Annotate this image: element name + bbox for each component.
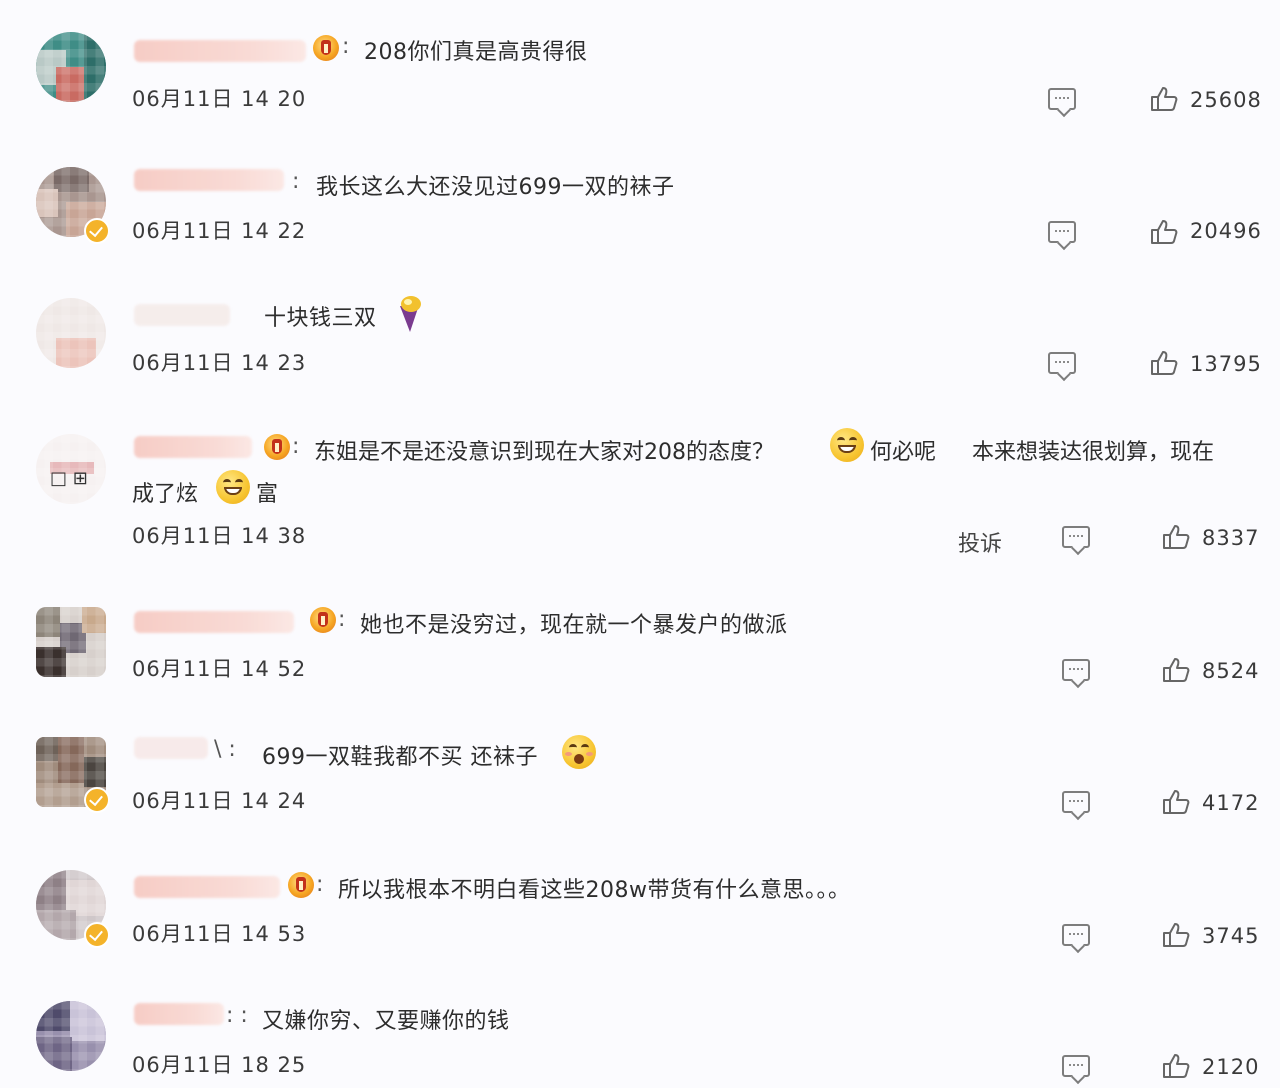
comment-text: 她也不是没穷过，现在就一个暴发户的做派	[360, 613, 788, 638]
fan-badge-icon	[310, 607, 336, 633]
comment-item: □ ⊞ : 东姐是不是还没意识到现在大家对208的态度？ 何必呢 本来想装达很划…	[0, 410, 1280, 585]
username[interactable]	[134, 1003, 224, 1025]
avatar[interactable]	[36, 298, 106, 368]
comment-text: 208你们真是高贵得很	[364, 40, 588, 65]
like-count: 4172	[1202, 791, 1260, 815]
avatar-caption: □ ⊞	[50, 468, 88, 489]
avatar[interactable]	[36, 32, 106, 102]
like-count: 25608	[1190, 88, 1262, 112]
comment-text-part: 本来想装达很划算，现在	[972, 440, 1215, 465]
avatar[interactable]	[36, 607, 106, 677]
comment-text: 东姐是不是还没意识到现在大家对208的态度？	[314, 440, 774, 465]
verified-badge-icon	[84, 787, 110, 813]
comment-date: 06月11日 14 52	[132, 657, 307, 681]
comment-text: 十块钱三双	[264, 306, 377, 331]
fan-badge-icon	[313, 35, 339, 61]
colon: : :	[226, 1003, 248, 1028]
fan-badge-icon	[264, 434, 290, 460]
fan-badge-icon	[288, 872, 314, 898]
thumbs-up-icon[interactable]	[1162, 922, 1190, 948]
comment-date: 06月11日 18 25	[132, 1053, 307, 1077]
comment-icon[interactable]	[1062, 659, 1090, 681]
comment-item: : 所以我根本不明白看这些208w带货有什么意思。。。 06月11日 14 53…	[0, 852, 1280, 987]
comment-text: 699一双鞋我都不买 还袜子	[262, 745, 538, 770]
comment-item: : 我长这么大还没见过699一双的袜子 06月11日 14 22 20496	[0, 135, 1280, 270]
comment-date: 06月11日 14 23	[132, 351, 307, 375]
thumbs-up-icon[interactable]	[1150, 86, 1178, 112]
username[interactable]	[134, 876, 280, 898]
like-count: 2120	[1202, 1055, 1260, 1079]
comment-icon[interactable]	[1062, 1055, 1090, 1077]
like-count: 13795	[1190, 352, 1262, 376]
thumbs-up-icon[interactable]	[1162, 789, 1190, 815]
username[interactable]	[134, 169, 284, 191]
thumbs-up-icon[interactable]	[1162, 1053, 1190, 1079]
colon: :	[338, 607, 346, 632]
colon: :	[342, 34, 350, 59]
comment-icon[interactable]	[1048, 221, 1076, 243]
avatar[interactable]	[36, 1001, 106, 1071]
verified-badge-icon	[84, 218, 110, 244]
thumbs-up-icon[interactable]	[1162, 524, 1190, 550]
laughing-emoji-icon	[216, 470, 250, 504]
like-count: 3745	[1202, 924, 1260, 948]
thumbs-up-icon[interactable]	[1150, 350, 1178, 376]
verified-badge-icon	[84, 922, 110, 948]
comment-item: : : 又嫌你穷、又要赚你的钱 06月11日 18 25 2120	[0, 987, 1280, 1088]
username[interactable]	[134, 304, 230, 326]
thumbs-up-icon[interactable]	[1150, 219, 1178, 245]
thumbs-up-icon[interactable]	[1162, 657, 1190, 683]
report-link[interactable]: 投诉	[958, 526, 1002, 558]
comment-icon[interactable]	[1062, 924, 1090, 946]
comment-date: 06月11日 14 24	[132, 789, 307, 813]
shocked-emoji-icon	[562, 735, 596, 769]
comment-item: : 208你们真是高贵得很 06月11日 14 20 25608	[0, 0, 1280, 135]
comment-text-line2-end: 富	[256, 482, 279, 507]
colon: \ :	[214, 737, 236, 762]
laughing-emoji-icon	[830, 428, 864, 462]
like-count: 20496	[1190, 219, 1262, 243]
comment-text-part: 何必呢	[870, 440, 937, 465]
comment-icon[interactable]	[1062, 526, 1090, 548]
comment-item: \ : 699一双鞋我都不买 还袜子 06月11日 14 24 4172	[0, 717, 1280, 852]
comment-date: 06月11日 14 53	[132, 922, 307, 946]
comment-text: 我长这么大还没见过699一双的袜子	[316, 175, 675, 200]
comment-date: 06月11日 14 20	[132, 87, 307, 111]
comment-text: 又嫌你穷、又要赚你的钱	[262, 1009, 510, 1034]
comment-date: 06月11日 14 22	[132, 219, 307, 243]
comment-date: 06月11日 14 38	[132, 524, 307, 548]
username[interactable]	[134, 611, 294, 633]
comment-icon[interactable]	[1062, 791, 1090, 813]
like-count: 8524	[1202, 659, 1260, 683]
ice-cream-emoji-icon	[400, 296, 421, 332]
like-count: 8337	[1202, 526, 1260, 550]
comment-item: 十块钱三双 06月11日 14 23 13795	[0, 270, 1280, 410]
comment-text-line2: 成了炫	[132, 482, 199, 507]
username[interactable]	[134, 436, 252, 458]
username[interactable]	[134, 737, 208, 759]
colon: :	[292, 434, 300, 459]
colon: :	[292, 169, 300, 194]
comment-icon[interactable]	[1048, 88, 1076, 110]
comment-item: : 她也不是没穷过，现在就一个暴发户的做派 06月11日 14 52 8524	[0, 585, 1280, 717]
comment-text: 所以我根本不明白看这些208w带货有什么意思。。。	[338, 878, 851, 903]
username[interactable]	[134, 40, 306, 62]
comment-icon[interactable]	[1048, 352, 1076, 374]
colon: :	[316, 872, 324, 897]
